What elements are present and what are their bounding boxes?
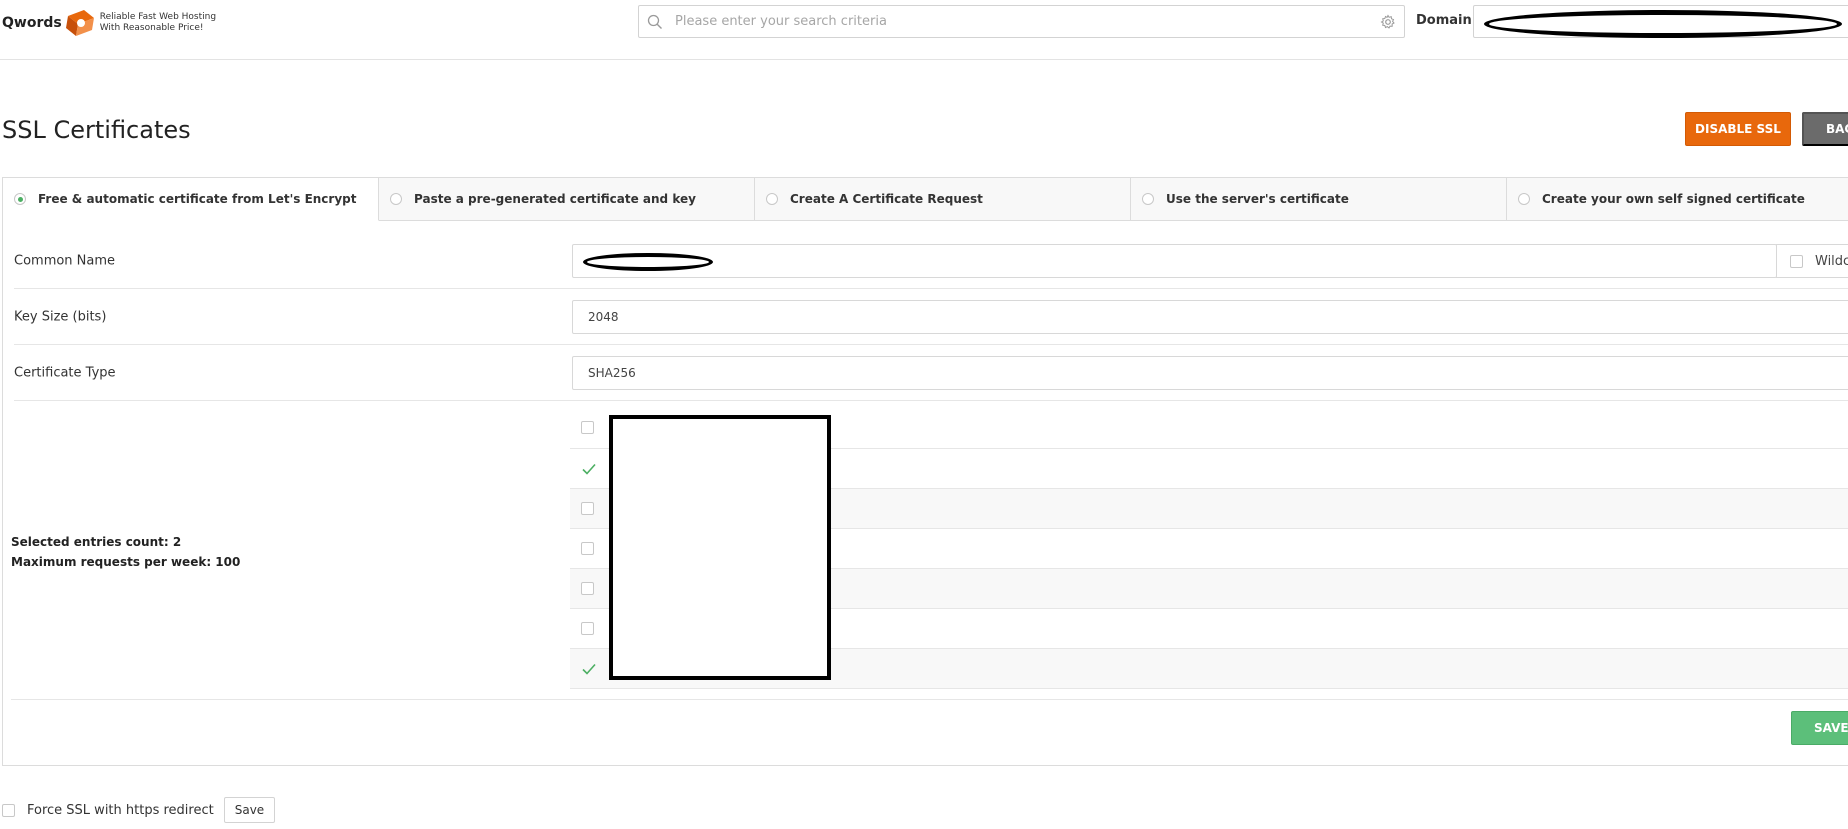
domain-select[interactable] [1473, 5, 1848, 38]
force-ssl-checkbox[interactable] [2, 803, 15, 817]
key-size-value: 2048 [588, 310, 619, 324]
force-ssl-save-button[interactable]: Save [223, 797, 276, 823]
top-bar: Qwords Reliable Fast Web Hosting With Re… [0, 0, 1848, 60]
radio-lets-encrypt[interactable] [14, 193, 26, 205]
redacted-domain-oval [1484, 10, 1842, 38]
logo-tagline: Reliable Fast Web Hosting With Reasonabl… [100, 12, 216, 34]
certificate-type-value: SHA256 [588, 366, 636, 380]
common-name-input[interactable] [572, 244, 1777, 278]
tab-label: Create your own self signed certificate [1542, 192, 1805, 206]
entry-checkbox[interactable] [581, 502, 594, 515]
certificate-method-tabs: Free & automatic certificate from Let's … [3, 178, 1848, 221]
tab-certificate-request[interactable]: Create A Certificate Request [755, 178, 1131, 221]
certificate-type-select[interactable]: SHA256 [572, 356, 1848, 390]
check-icon[interactable] [581, 461, 597, 477]
entry-checkbox[interactable] [581, 542, 594, 555]
redacted-common-name-oval [583, 253, 713, 271]
key-size-select[interactable]: 2048 [572, 300, 1848, 334]
gear-icon[interactable] [1380, 13, 1396, 30]
search-input[interactable] [673, 6, 1380, 37]
wildcard-checkbox[interactable] [1790, 254, 1803, 268]
tab-server-certificate[interactable]: Use the server's certificate [1131, 178, 1507, 221]
entry-checkbox[interactable] [581, 622, 594, 635]
common-name-label: Common Name [14, 253, 116, 268]
tab-self-signed[interactable]: Create your own self signed certificate [1507, 178, 1848, 221]
domain-label: Domain [1416, 13, 1472, 28]
tagline-line-1: Reliable Fast Web Hosting [99, 12, 217, 22]
redacted-entries-box [609, 415, 831, 680]
disable-ssl-button[interactable]: DISABLE SSL [1685, 112, 1791, 146]
tab-label: Create A Certificate Request [790, 192, 983, 206]
force-ssl-row: Force SSL with https redirect Save [2, 797, 276, 823]
page-title: SSL Certificates [2, 116, 191, 144]
search-box[interactable] [638, 5, 1405, 38]
wildcard-label: Wildcar [1815, 253, 1848, 269]
wildcard-option[interactable]: Wildcar [1776, 244, 1848, 278]
back-button[interactable]: BAC [1802, 112, 1848, 146]
radio-self-signed[interactable] [1518, 193, 1530, 205]
save-button[interactable]: SAVE [1791, 711, 1848, 745]
logo[interactable]: Qwords Reliable Fast Web Hosting With Re… [2, 6, 216, 40]
force-ssl-label: Force SSL with https redirect [27, 802, 214, 818]
key-size-label: Key Size (bits) [14, 309, 107, 324]
radio-certificate-request[interactable] [766, 193, 778, 205]
tab-paste-certificate[interactable]: Paste a pre-generated certificate and ke… [379, 178, 755, 221]
entry-checkbox[interactable] [581, 582, 594, 595]
panel-divider [11, 699, 1848, 700]
logo-text: Qwords [2, 15, 62, 31]
search-icon [647, 14, 663, 30]
radio-server-certificate[interactable] [1142, 193, 1154, 205]
common-name-row: Common Name Wildcar [14, 233, 1848, 289]
certificate-type-row: Certificate Type SHA256 [14, 345, 1848, 401]
tab-label: Use the server's certificate [1166, 192, 1349, 206]
certificate-type-label: Certificate Type [14, 365, 116, 380]
radio-paste-certificate[interactable] [390, 193, 402, 205]
logo-mark-icon [64, 8, 98, 38]
entry-checkbox[interactable] [581, 421, 594, 434]
check-icon[interactable] [581, 661, 597, 677]
tab-label: Paste a pre-generated certificate and ke… [414, 192, 696, 206]
tab-lets-encrypt[interactable]: Free & automatic certificate from Let's … [3, 178, 379, 221]
tab-label: Free & automatic certificate from Let's … [38, 192, 357, 206]
max-requests-per-week: Maximum requests per week: 100 [11, 555, 241, 569]
tagline-line-2: With Reasonable Price! [99, 23, 204, 33]
entries-info: Selected entries count: 2 Maximum reques… [11, 532, 240, 572]
key-size-row: Key Size (bits) 2048 [14, 289, 1848, 345]
selected-entries-count: Selected entries count: 2 [11, 535, 182, 549]
